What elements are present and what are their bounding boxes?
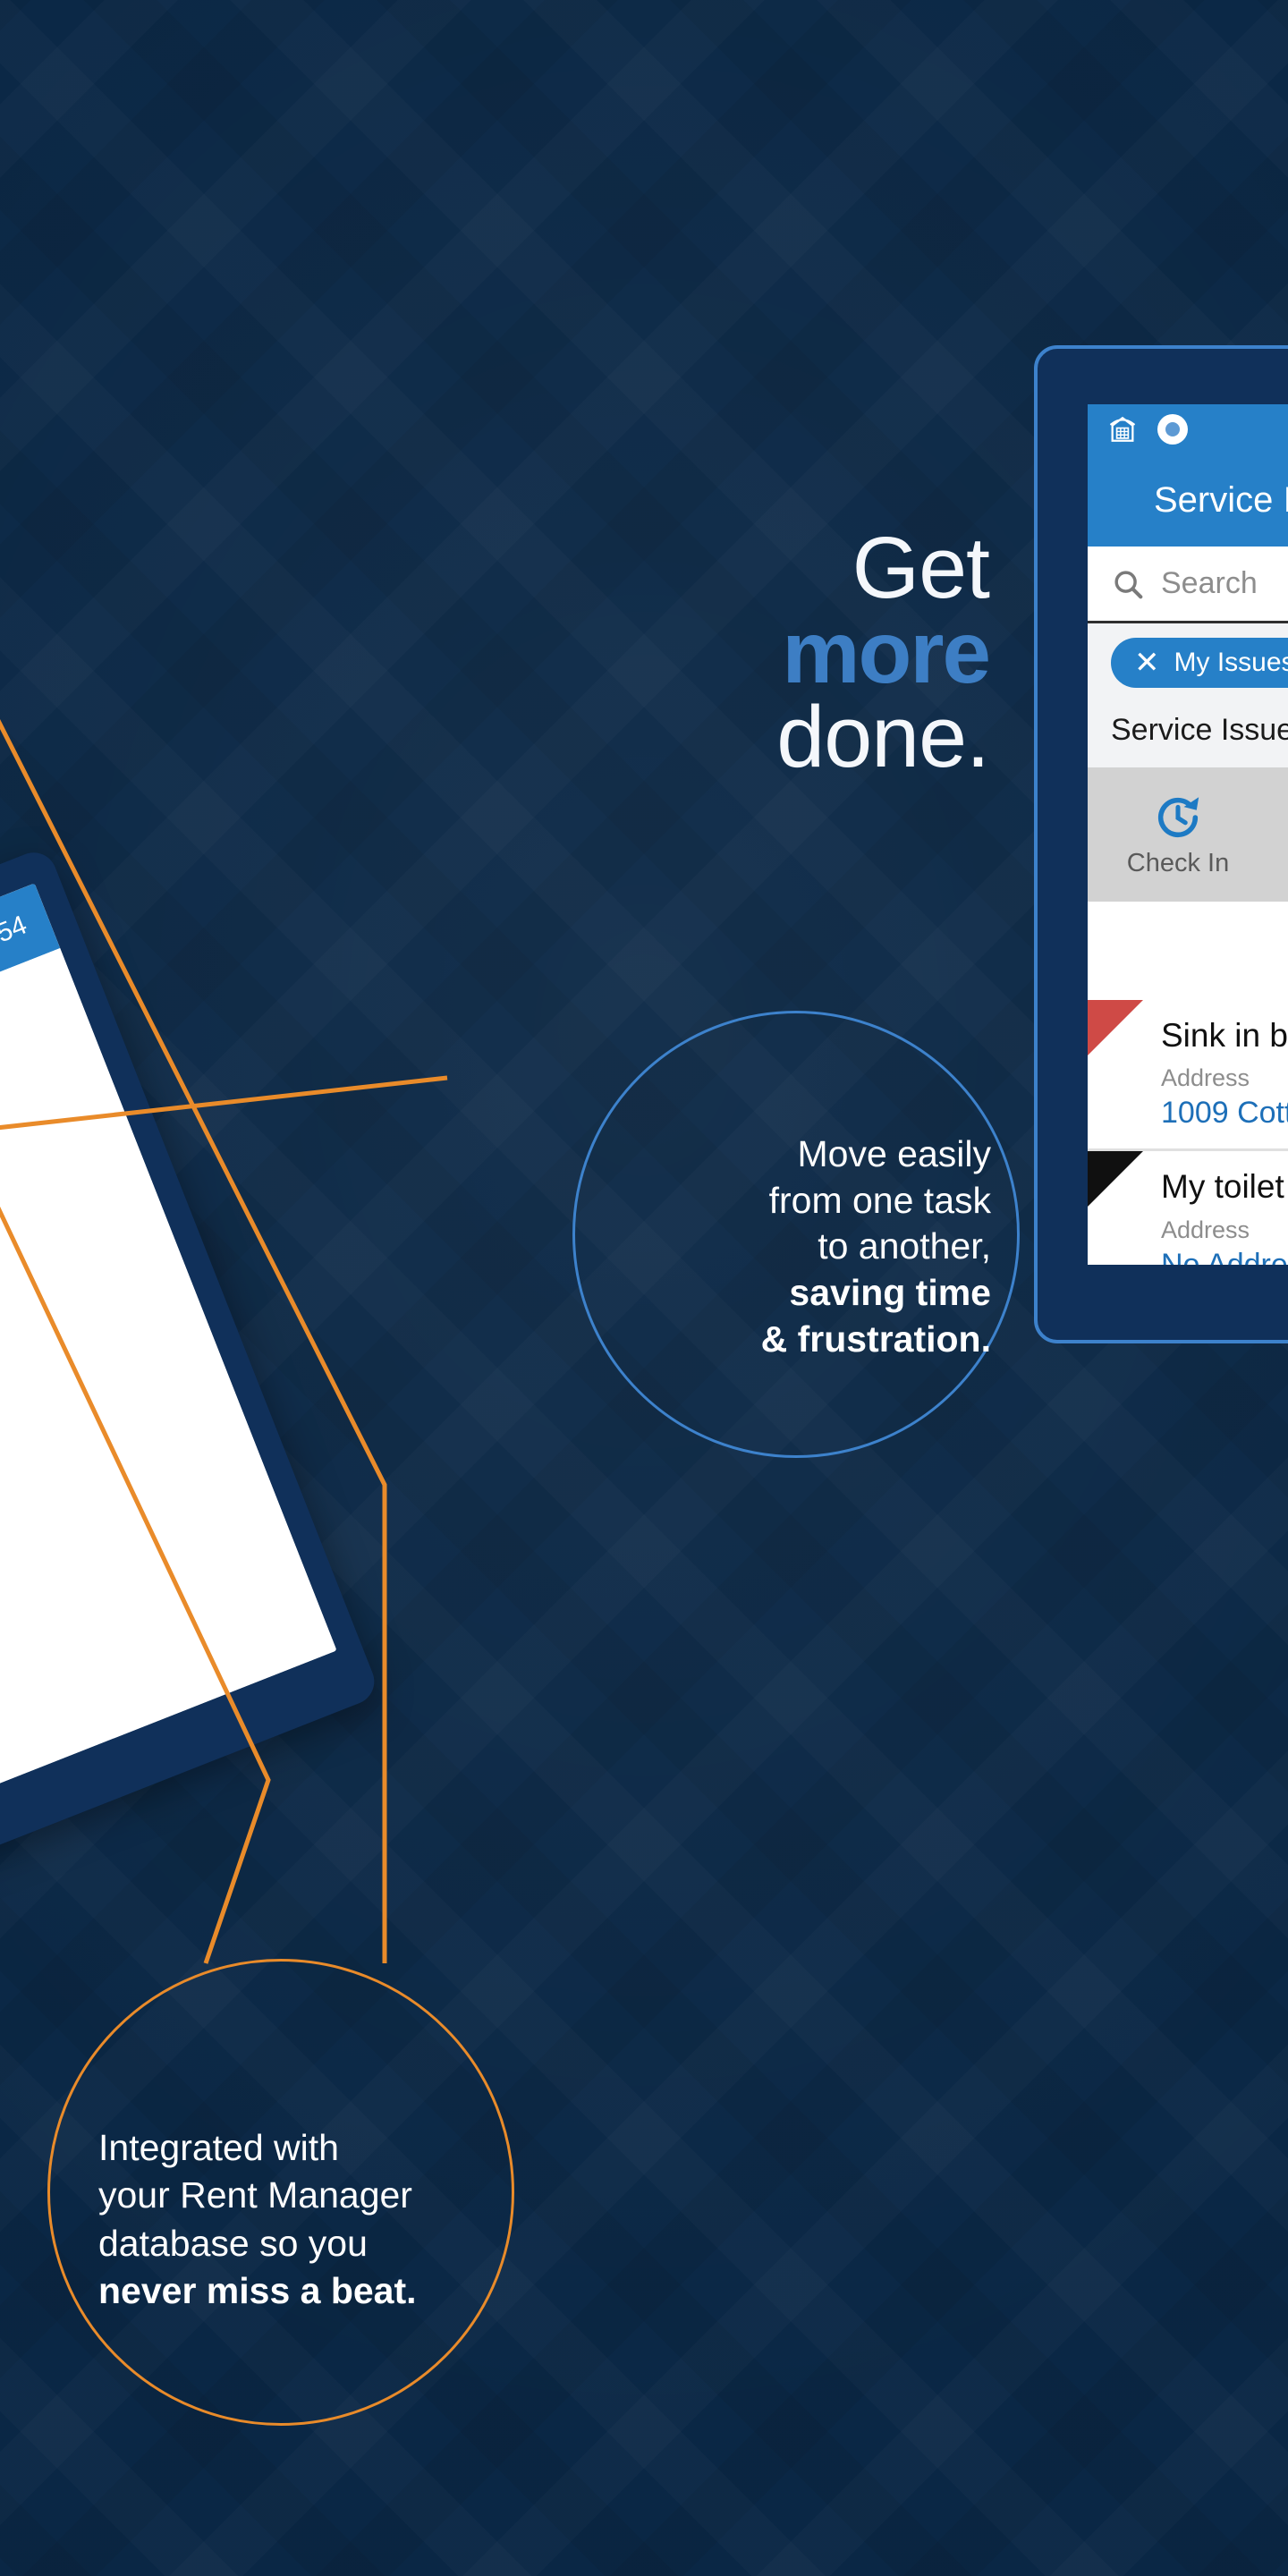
callout-blue-line-4: saving time bbox=[789, 1271, 991, 1313]
promo-stage: 2:54 Move easily from one task to anothe… bbox=[0, 0, 1288, 2576]
app-bar-title: Service Issues bbox=[1154, 479, 1288, 520]
phone-device-mockup: Service Issues Search ✕ My Issues Servic… bbox=[1034, 345, 1288, 1343]
callout-orange-line-1: Integrated with bbox=[98, 2127, 339, 2168]
search-icon bbox=[1114, 570, 1143, 598]
quick-action-bar: Check In bbox=[1088, 767, 1288, 902]
list-item[interactable]: My toilet is broken Address No Address bbox=[1088, 1151, 1288, 1265]
callout-blue-line-5: & frustration. bbox=[760, 1318, 991, 1360]
issue-address-value[interactable]: 1009 Cottage Ln bbox=[1161, 1096, 1288, 1131]
search-placeholder: Search bbox=[1161, 566, 1258, 600]
priority-corner-flag bbox=[1088, 1000, 1143, 1055]
list-item[interactable]: Sink in bathroom Address 1009 Cottage Ln bbox=[1088, 1000, 1288, 1152]
callout-orange-line-3: database so you bbox=[98, 2222, 368, 2264]
headline-line-1: Get bbox=[852, 519, 990, 616]
filter-chip-row: ✕ My Issues bbox=[1088, 623, 1288, 700]
callout-orange-line-4: never miss a beat. bbox=[98, 2269, 417, 2311]
issue-title: Sink in bathroom bbox=[1161, 1017, 1288, 1054]
issue-address-value[interactable]: No Address bbox=[1161, 1248, 1288, 1265]
phone-screen: Service Issues Search ✕ My Issues Servic… bbox=[1088, 404, 1288, 1265]
service-issue-list: Sink in bathroom Address 1009 Cottage Ln… bbox=[1088, 1000, 1288, 1265]
blue-callout-text: Move easily from one task to another, sa… bbox=[572, 1131, 1020, 1362]
headline-line-3: done. bbox=[776, 688, 990, 786]
tablet-content-area bbox=[0, 948, 337, 1829]
building-home-icon bbox=[1110, 416, 1135, 442]
section-header: Service Issues bbox=[1088, 700, 1288, 767]
camera-ring-icon bbox=[1157, 413, 1188, 445]
tablet-device-mockup: 2:54 bbox=[0, 845, 382, 1892]
orange-callout-text: Integrated with your Rent Manager databa… bbox=[98, 2124, 528, 2315]
issue-address-label: Address bbox=[1161, 1216, 1250, 1243]
check-in-clock-icon bbox=[1157, 796, 1199, 837]
tablet-screen: 2:54 bbox=[0, 883, 337, 1829]
list-top-spacer bbox=[1088, 902, 1288, 1000]
page-title: Get more done. bbox=[555, 519, 991, 786]
close-icon[interactable]: ✕ bbox=[1134, 648, 1160, 678]
callout-blue-line-2: from one task bbox=[768, 1179, 991, 1221]
callout-blue-line-3: to another, bbox=[818, 1225, 991, 1267]
filter-chip-my-issues[interactable]: ✕ My Issues bbox=[1111, 638, 1288, 688]
phone-app-bar: Service Issues bbox=[1088, 453, 1288, 547]
issue-title: My toilet is broken bbox=[1161, 1168, 1288, 1206]
chip-label: My Issues bbox=[1174, 648, 1288, 677]
callout-orange-line-2: your Rent Manager bbox=[98, 2174, 412, 2216]
callout-blue-line-1: Move easily bbox=[797, 1133, 991, 1174]
priority-corner-flag bbox=[1088, 1151, 1143, 1208]
status-bar-time: 2:54 bbox=[0, 910, 31, 957]
headline-line-2: more bbox=[782, 603, 991, 702]
phone-status-bar bbox=[1088, 404, 1288, 453]
check-in-label: Check In bbox=[1126, 848, 1230, 877]
issue-address-label: Address bbox=[1161, 1064, 1250, 1092]
check-in-button[interactable]: Check In bbox=[1111, 792, 1245, 878]
search-input[interactable]: Search bbox=[1088, 547, 1288, 623]
